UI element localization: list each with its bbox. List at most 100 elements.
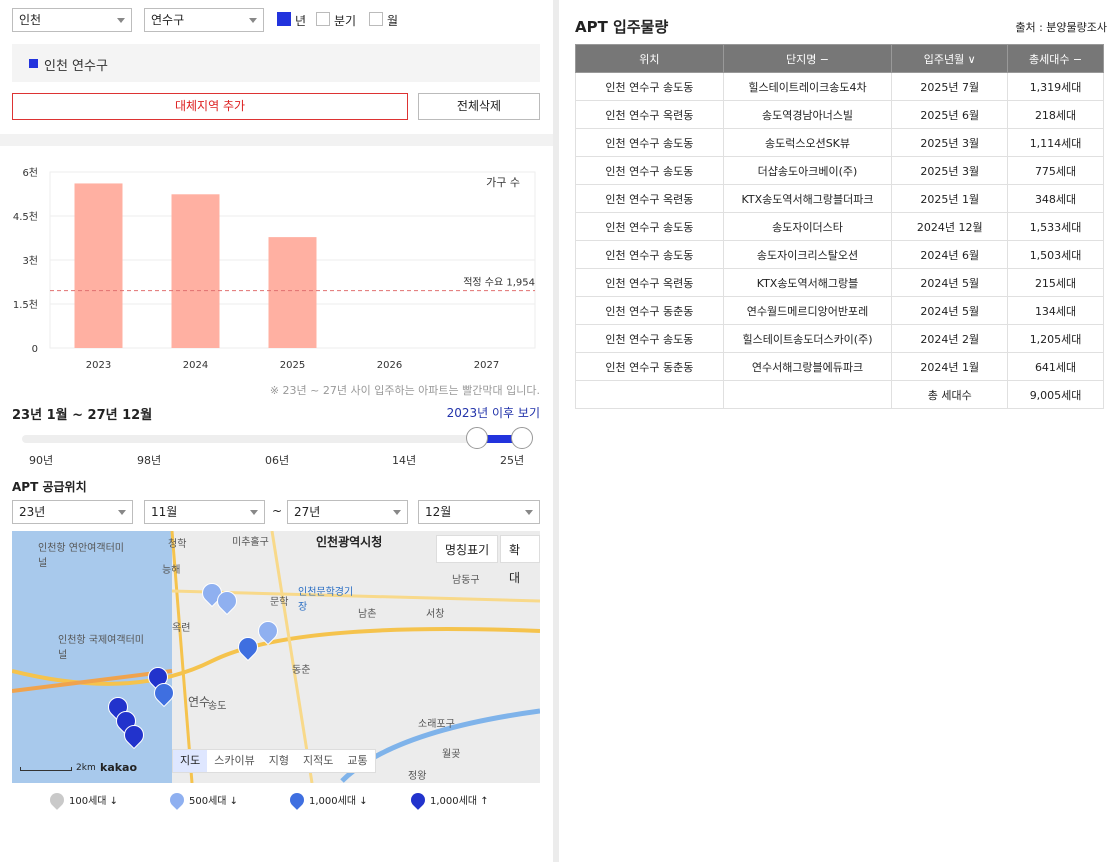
table-row[interactable]: 인천 연수구 옥련동 KTX송도역서해그랑블더파크 2025년 1월 348세대 bbox=[575, 184, 1104, 213]
add-region-button[interactable]: 대체지역 추가 bbox=[12, 93, 408, 120]
legend-100: 100세대 ↓ bbox=[47, 789, 119, 810]
slider-end-handle[interactable] bbox=[511, 427, 533, 449]
map-label: 문학 bbox=[270, 597, 289, 608]
supply-map[interactable]: 인천광역시청 인천항 연안여객터미널 인천항 국제여객터미널 인천문학경기장 문… bbox=[12, 531, 540, 783]
year-range-slider[interactable] bbox=[22, 435, 522, 443]
delete-all-button[interactable]: 전체삭제 bbox=[418, 93, 540, 120]
cell-complex: 송도자이크리스탈오션 bbox=[722, 240, 893, 269]
end-year-select[interactable]: 27년 bbox=[287, 500, 408, 524]
region1-select[interactable]: 인천 bbox=[12, 8, 132, 32]
year-checkbox[interactable] bbox=[277, 12, 291, 26]
selected-region-box: 인천 연수구 bbox=[12, 44, 540, 82]
show-names-button[interactable]: 명칭표기 bbox=[436, 535, 499, 563]
cell-move-in: 2024년 5월 bbox=[891, 296, 1009, 325]
x-tick-label: 2024 bbox=[183, 360, 208, 371]
start-month-select[interactable]: 11월 bbox=[144, 500, 265, 524]
map-label: 남동구 bbox=[452, 575, 480, 586]
map-label: 동춘 bbox=[292, 665, 311, 676]
start-year-select[interactable]: 23년 bbox=[12, 500, 133, 524]
slider-tick: 98년 bbox=[137, 454, 162, 467]
header-households[interactable]: 총세대수 − bbox=[1007, 44, 1104, 73]
bar bbox=[74, 183, 123, 348]
map-tab-map[interactable]: 지도 bbox=[173, 750, 208, 772]
supply-location-title: APT 공급위치 bbox=[12, 480, 87, 494]
cell-location: 인천 연수구 옥련동 bbox=[575, 268, 724, 297]
marker-icon bbox=[47, 789, 67, 810]
cell-location: 인천 연수구 송도동 bbox=[575, 240, 724, 269]
cell-complex: 연수월드메르디앙어반포레 bbox=[722, 296, 893, 325]
chevron-down-icon bbox=[525, 510, 533, 515]
map-tab-skyview[interactable]: 스카이뷰 bbox=[207, 750, 261, 772]
table-row[interactable]: 인천 연수구 옥련동 송도역경남아너스빌 2025년 6월 218세대 bbox=[575, 100, 1104, 129]
x-tick-label: 2025 bbox=[280, 360, 305, 371]
chevron-down-icon bbox=[250, 510, 258, 515]
month-label: 월 bbox=[387, 14, 399, 28]
table-row[interactable]: 인천 연수구 옥련동 KTX송도역서해그랑블 2024년 5월 215세대 bbox=[575, 268, 1104, 297]
right-panel: APT 입주물량 출처 : 분양물량조사 위치 단지명 − 입주년월 ∨ 총세대… bbox=[559, 0, 1113, 862]
legend-500: 500세대 ↓ bbox=[167, 789, 239, 810]
reference-label: 적정 수요 1,954 bbox=[463, 277, 535, 289]
map-label: 남촌 bbox=[358, 609, 377, 620]
cell-location: 인천 연수구 송도동 bbox=[575, 72, 724, 101]
cell-complex: 더샵송도아크베이(주) bbox=[722, 156, 893, 185]
chevron-down-icon bbox=[393, 510, 401, 515]
cell-location: 인천 연수구 동춘동 bbox=[575, 352, 724, 381]
cell-complex: 연수서해그랑블에듀파크 bbox=[722, 352, 893, 381]
table-row[interactable]: 인천 연수구 송도동 힐스테이트송도더스카이(주) 2024년 2월 1,205세대 bbox=[575, 324, 1104, 353]
map-tab-traffic[interactable]: 교통 bbox=[340, 750, 374, 772]
marker-icon bbox=[167, 789, 187, 810]
table-row[interactable]: 인천 연수구 송도동 더샵송도아크베이(주) 2025년 3월 775세대 bbox=[575, 156, 1104, 185]
month-checkbox[interactable] bbox=[369, 12, 383, 26]
start-year-value: 23년 bbox=[19, 505, 46, 519]
cell-households: 1,114세대 bbox=[1007, 128, 1104, 157]
table-row[interactable]: 인천 연수구 동춘동 연수월드메르디앙어반포레 2024년 5월 134세대 bbox=[575, 296, 1104, 325]
header-location[interactable]: 위치 bbox=[575, 44, 724, 73]
cell-move-in: 2025년 6월 bbox=[891, 100, 1009, 129]
cell-complex: 힐스테이트송도더스카이(주) bbox=[722, 324, 893, 353]
region2-select[interactable]: 연수구 bbox=[144, 8, 264, 32]
cell-households: 134세대 bbox=[1007, 296, 1104, 325]
cell-households: 775세대 bbox=[1007, 156, 1104, 185]
end-month-value: 12월 bbox=[425, 505, 452, 519]
zoom-button[interactable]: 확대 bbox=[500, 535, 540, 585]
cell-move-in: 2025년 7월 bbox=[891, 72, 1009, 101]
cell-move-in: 2025년 1월 bbox=[891, 184, 1009, 213]
slider-start-handle[interactable] bbox=[466, 427, 488, 449]
table-row[interactable]: 인천 연수구 송도동 송도럭스오션SK뷰 2025년 3월 1,114세대 bbox=[575, 128, 1104, 157]
region1-value: 인천 bbox=[19, 13, 42, 27]
table-row[interactable]: 인천 연수구 송도동 힐스테이트레이크송도4차 2025년 7월 1,319세대 bbox=[575, 72, 1104, 101]
after-2023-link[interactable]: 2023년 이후 보기 bbox=[447, 404, 540, 421]
map-label: 인천문학경기장 bbox=[298, 587, 354, 613]
slider-tick: 06년 bbox=[265, 454, 290, 467]
total-value: 9,005세대 bbox=[1007, 380, 1104, 409]
map-type-tabs: 지도 스카이뷰 지형 지적도 교통 bbox=[172, 749, 376, 773]
map-tab-cadastral[interactable]: 지적도 bbox=[296, 750, 340, 772]
header-move-in[interactable]: 입주년월 ∨ bbox=[891, 44, 1009, 73]
table-row[interactable]: 인천 연수구 송도동 송도자이더스타 2024년 12월 1,533세대 bbox=[575, 212, 1104, 241]
cell-households: 1,319세대 bbox=[1007, 72, 1104, 101]
end-year-value: 27년 bbox=[294, 505, 321, 519]
table-row[interactable]: 인천 연수구 송도동 송도자이크리스탈오션 2024년 6월 1,503세대 bbox=[575, 240, 1104, 269]
cell-move-in: 2025년 3월 bbox=[891, 156, 1009, 185]
cell-move-in: 2025년 3월 bbox=[891, 128, 1009, 157]
legend-label: 500세대 ↓ bbox=[189, 796, 239, 807]
map-tab-terrain[interactable]: 지형 bbox=[262, 750, 296, 772]
start-month-value: 11월 bbox=[151, 505, 178, 519]
cell-move-in: 2024년 6월 bbox=[891, 240, 1009, 269]
slider-tick: 14년 bbox=[392, 454, 417, 467]
x-tick-label: 2023 bbox=[86, 360, 111, 371]
end-month-select[interactable]: 12월 bbox=[418, 500, 540, 524]
cell-move-in: 2024년 5월 bbox=[891, 268, 1009, 297]
cell-move-in: 2024년 12월 bbox=[891, 212, 1009, 241]
supply-bar-chart: 6천 4.5천 3천 1.5천 0 2023 2024 2025 2026 2027 적정 수요 1… bbox=[13, 167, 536, 371]
map-scale-label: 2km bbox=[76, 763, 96, 773]
table-title: APT 입주물량 bbox=[575, 18, 669, 36]
chart-note: ※ 23년 ~ 27년 사이 입주하는 아파트는 빨간막대 입니다. bbox=[269, 384, 540, 397]
table-row[interactable]: 인천 연수구 동춘동 연수서해그랑블에듀파크 2024년 1월 641세대 bbox=[575, 352, 1104, 381]
header-complex[interactable]: 단지명 − bbox=[722, 44, 893, 73]
cell-households: 1,533세대 bbox=[1007, 212, 1104, 241]
legend-label: 100세대 ↓ bbox=[69, 796, 119, 807]
slider-tick: 90년 bbox=[29, 454, 54, 467]
quarter-checkbox[interactable] bbox=[316, 12, 330, 26]
map-label: 소래포구 bbox=[418, 719, 455, 730]
